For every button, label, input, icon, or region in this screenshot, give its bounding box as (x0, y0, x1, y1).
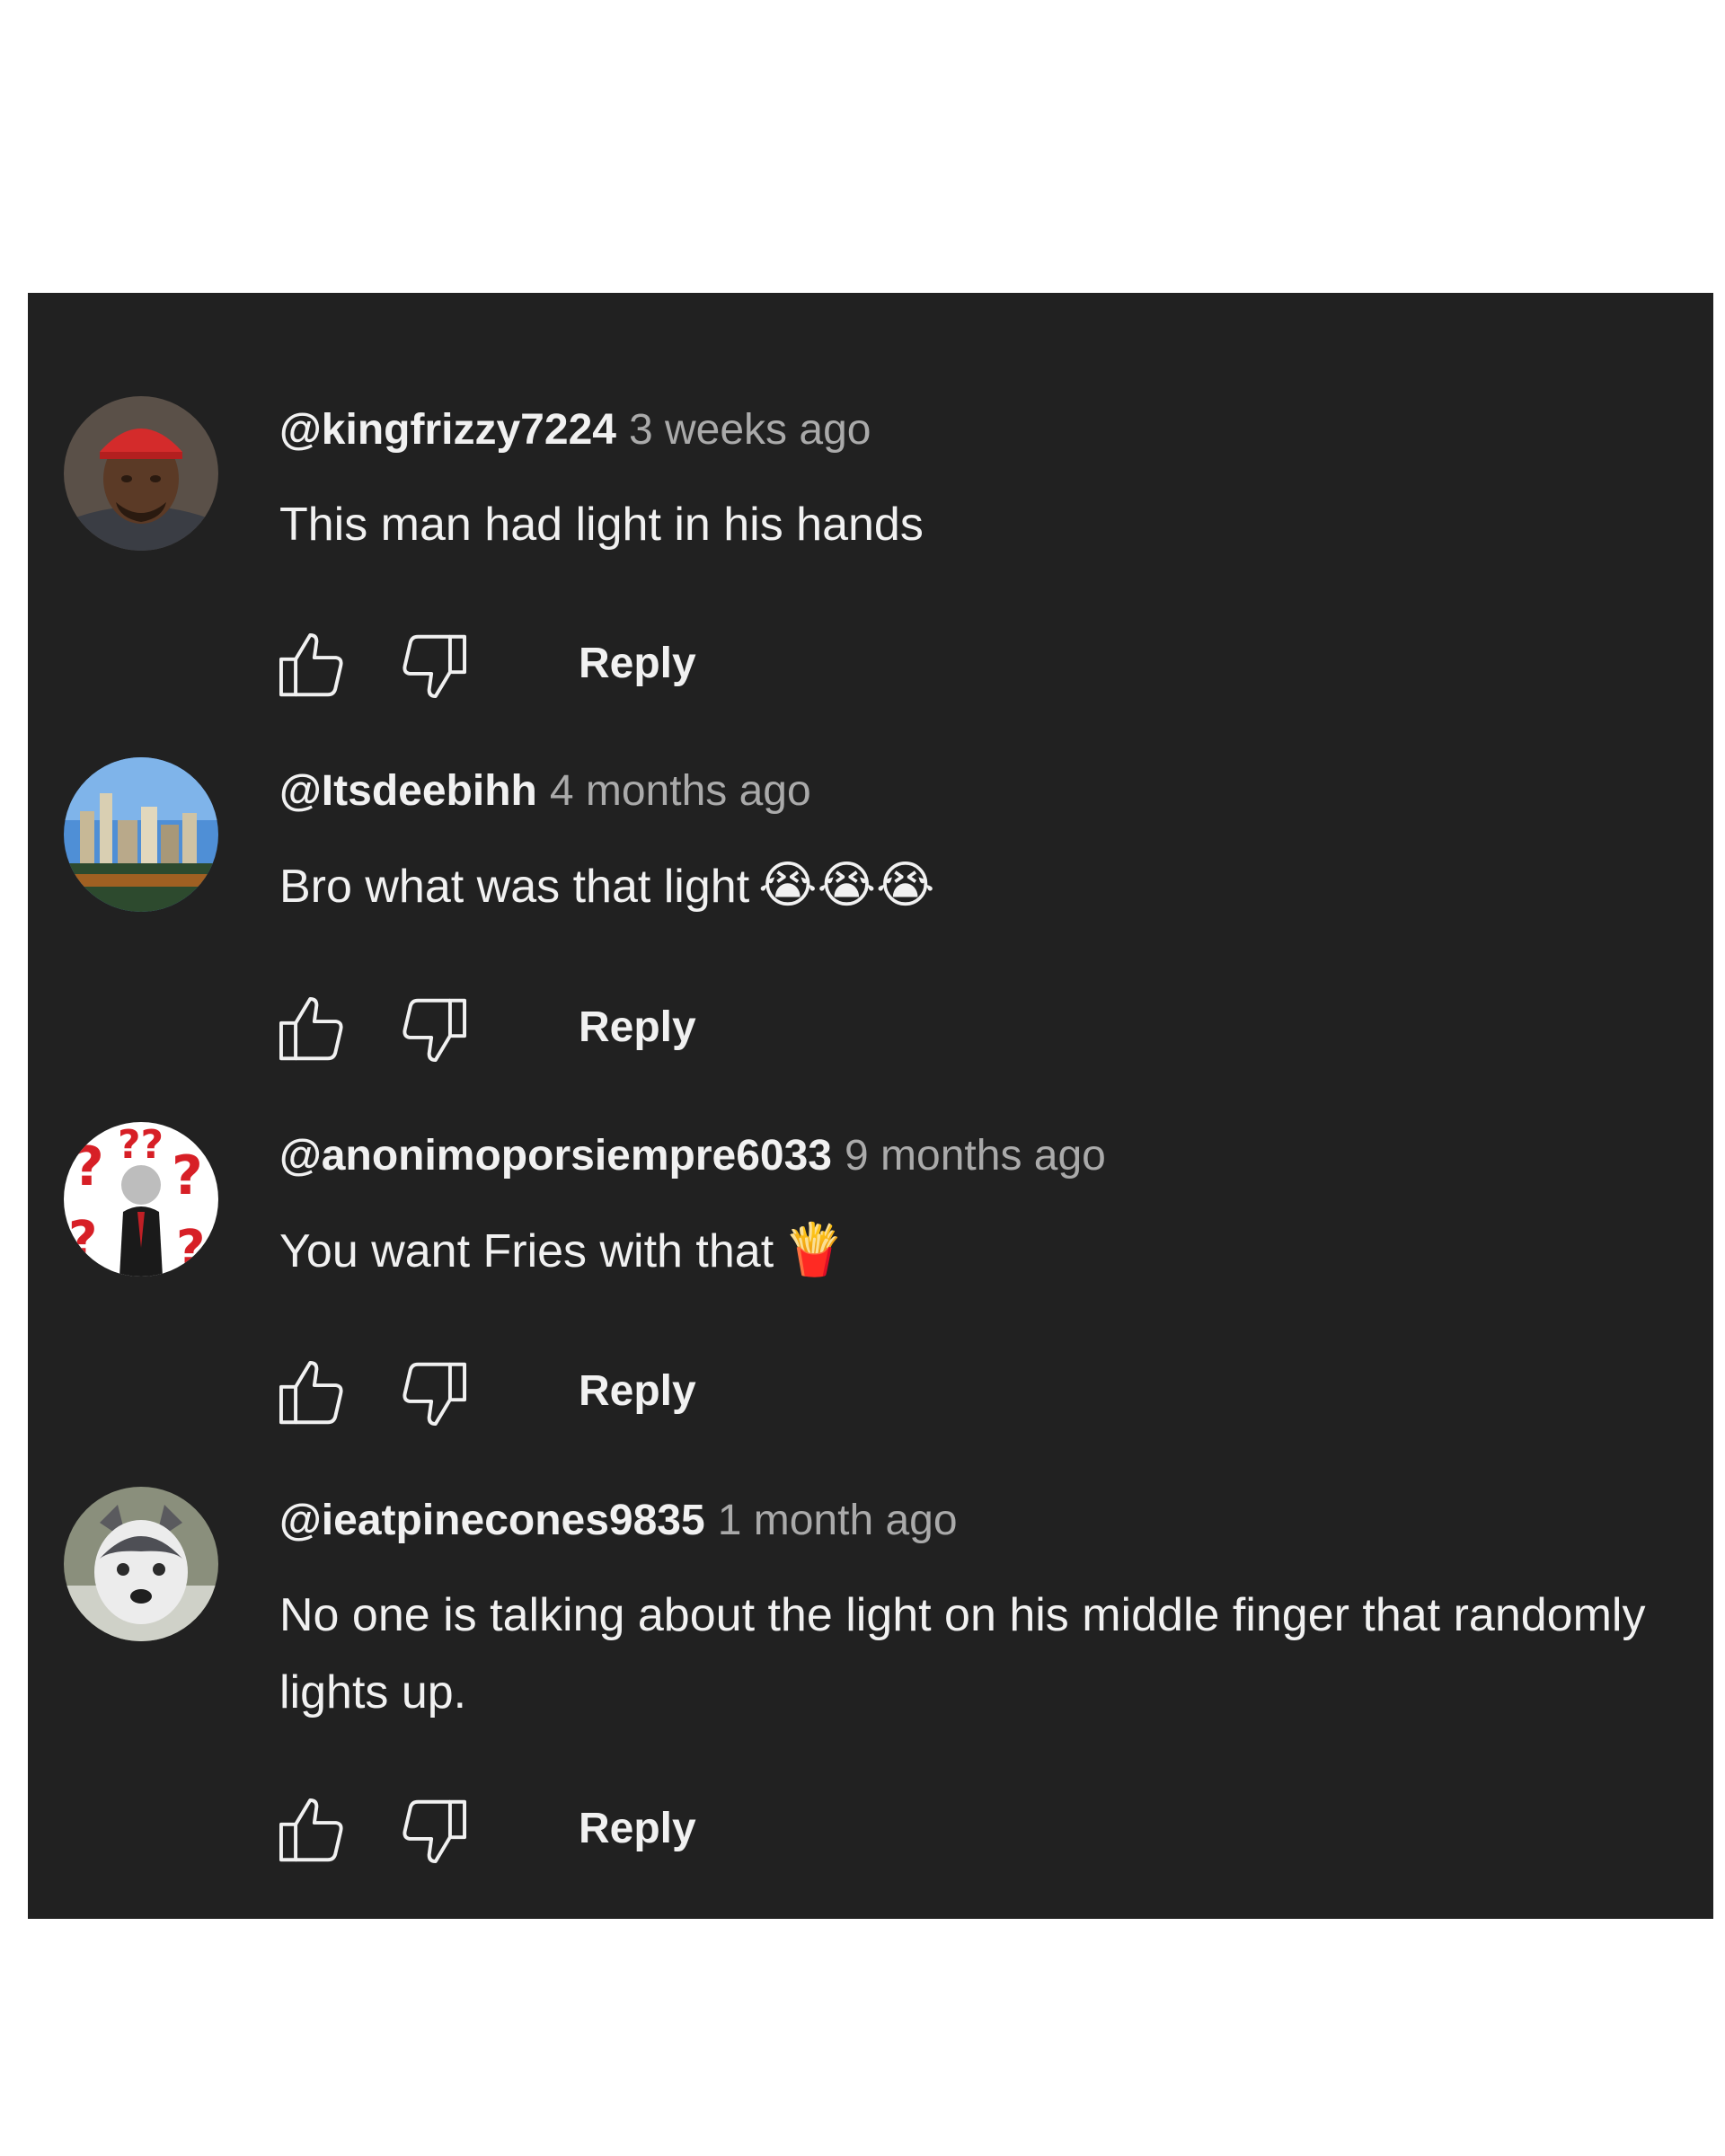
comment-text-content: This man had light in his hands (279, 499, 924, 551)
reply-button[interactable]: Reply (579, 1366, 696, 1416)
svg-text:??: ?? (118, 1122, 164, 1168)
avatar[interactable] (64, 1487, 218, 1641)
avatar[interactable] (64, 757, 218, 912)
previous-reply-link-sliver[interactable] (477, 293, 576, 311)
thumbs-up-icon (279, 1798, 343, 1862)
reply-button[interactable]: Reply (579, 639, 696, 688)
fries-emoji: 🍟 (783, 1221, 845, 1279)
avatar-city-skyline (64, 757, 218, 912)
reply-button[interactable]: Reply (579, 1003, 696, 1052)
avatar-question-mark-figure: ? ? ? ? ?? (64, 1122, 218, 1277)
like-button[interactable] (269, 1788, 355, 1874)
comment-actions: Reply (269, 1350, 772, 1436)
avatar-husky-dog (64, 1487, 218, 1641)
avatar-man-with-red-cap (64, 396, 218, 551)
dislike-button[interactable] (391, 1350, 477, 1436)
thumbs-down-icon (402, 634, 467, 699)
author-name[interactable]: @kingfrizzy7224 (279, 406, 616, 454)
comment-actions: Reply (269, 986, 772, 1073)
comment-text-content: Bro what was that light (279, 861, 750, 913)
svg-text:?: ? (176, 1220, 205, 1277)
comment-actions: Reply (269, 1788, 772, 1874)
like-button[interactable] (269, 623, 355, 709)
thumbs-down-icon (402, 998, 467, 1063)
comment-header: @kingfrizzy7224 3 weeks ago (279, 405, 871, 455)
thumbs-up-icon (279, 1360, 343, 1425)
comment-header: @anonimoporsiempre6033 9 months ago (279, 1131, 1106, 1180)
author-name[interactable]: @anonimoporsiempre6033 (279, 1132, 832, 1180)
dislike-button[interactable] (391, 623, 477, 709)
thumbs-down-icon (402, 1799, 467, 1864)
comment-time[interactable]: 1 month ago (718, 1497, 958, 1544)
thumbs-down-icon (402, 1362, 467, 1427)
crying-emoji: 😭😭😭 (758, 856, 935, 915)
like-button[interactable] (269, 1350, 355, 1436)
comment-time[interactable]: 3 weeks ago (629, 406, 871, 454)
svg-text:?: ? (172, 1144, 203, 1207)
comment-text: You want Fries with that 🍟 (279, 1212, 1681, 1290)
author-name[interactable]: @ieatpinecones9835 (279, 1497, 705, 1544)
avatar[interactable] (64, 396, 218, 551)
like-button[interactable] (269, 986, 355, 1073)
comment-text: Bro what was that light 😭😭😭 (279, 847, 1681, 925)
comments-panel: @kingfrizzy7224 3 weeks ago This man had … (28, 293, 1713, 1919)
comment-actions: Reply (269, 623, 772, 709)
svg-text:?: ? (73, 1135, 104, 1198)
comment-text-content: You want Fries with that (279, 1225, 774, 1277)
comment-text: No one is talking about the light on his… (279, 1577, 1681, 1731)
comment-header: @Itsdeebihh 4 months ago (279, 766, 811, 816)
comment-time[interactable]: 4 months ago (550, 767, 811, 815)
comment-text-content: No one is talking about the light on his… (279, 1589, 1646, 1719)
comment-time[interactable]: 9 months ago (845, 1132, 1106, 1180)
thumbs-up-icon (279, 632, 343, 697)
thumbs-up-icon (279, 996, 343, 1061)
dislike-button[interactable] (391, 1788, 477, 1874)
reply-button[interactable]: Reply (579, 1804, 696, 1853)
avatar[interactable]: ? ? ? ? ?? (64, 1122, 218, 1277)
comment-text: This man had light in his hands (279, 486, 1681, 563)
dislike-button[interactable] (391, 986, 477, 1073)
comment-header: @ieatpinecones9835 1 month ago (279, 1496, 958, 1545)
svg-text:?: ? (68, 1211, 97, 1269)
author-name[interactable]: @Itsdeebihh (279, 767, 537, 815)
